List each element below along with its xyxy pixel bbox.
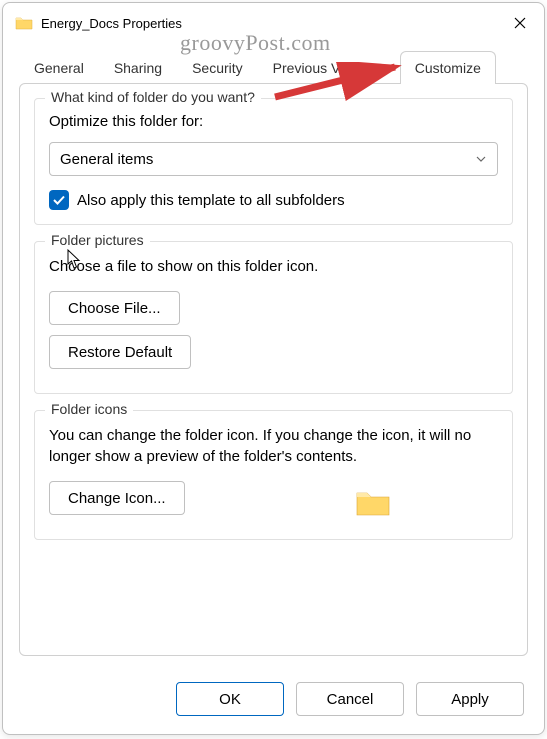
tab-security[interactable]: Security (177, 51, 258, 84)
section-folder-icons: Folder icons You can change the folder i… (34, 410, 513, 540)
tab-sharing[interactable]: Sharing (99, 51, 177, 84)
section-title-icons: Folder icons (45, 401, 133, 417)
pictures-desc: Choose a file to show on this folder ico… (49, 256, 498, 277)
tab-previous-versions[interactable]: Previous Versions (258, 51, 400, 84)
folder-icon (15, 16, 33, 30)
section-folder-kind: What kind of folder do you want? Optimiz… (34, 98, 513, 225)
tab-panel-customize: What kind of folder do you want? Optimiz… (19, 83, 528, 656)
tab-strip: General Sharing Security Previous Versio… (3, 51, 544, 84)
close-button[interactable] (508, 11, 532, 35)
ok-button[interactable]: OK (176, 682, 284, 716)
cancel-button[interactable]: Cancel (296, 682, 404, 716)
dropdown-selected: General items (60, 151, 153, 168)
optimize-label: Optimize this folder for: (49, 113, 498, 130)
folder-preview-icon (355, 488, 391, 518)
chevron-down-icon (475, 153, 487, 165)
properties-dialog: Energy_Docs Properties groovyPost.com Ge… (2, 2, 545, 735)
apply-button[interactable]: Apply (416, 682, 524, 716)
restore-default-button[interactable]: Restore Default (49, 335, 191, 369)
icons-desc: You can change the folder icon. If you c… (49, 425, 498, 467)
subfolders-checkbox-row: Also apply this template to all subfolde… (49, 190, 498, 210)
dialog-footer: OK Cancel Apply (3, 668, 544, 734)
section-title-pictures: Folder pictures (45, 232, 150, 248)
tab-customize[interactable]: Customize (400, 51, 496, 84)
optimize-dropdown[interactable]: General items (49, 142, 498, 176)
tab-general[interactable]: General (19, 51, 99, 84)
change-icon-button[interactable]: Change Icon... (49, 481, 185, 515)
section-folder-pictures: Folder pictures Choose a file to show on… (34, 241, 513, 394)
window-title: Energy_Docs Properties (41, 16, 508, 31)
titlebar: Energy_Docs Properties (3, 3, 544, 43)
choose-file-button[interactable]: Choose File... (49, 291, 180, 325)
check-icon (52, 193, 66, 207)
subfolders-checkbox[interactable] (49, 190, 69, 210)
subfolders-checkbox-label: Also apply this template to all subfolde… (77, 192, 345, 209)
section-title-kind: What kind of folder do you want? (45, 89, 261, 105)
